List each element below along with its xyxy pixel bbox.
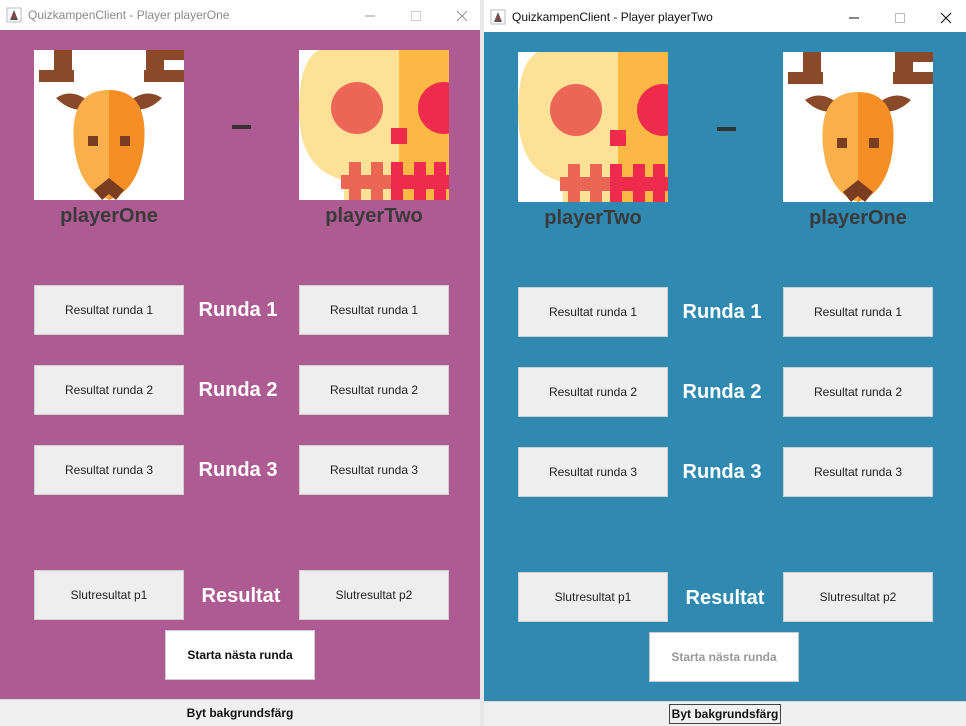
close-icon (456, 10, 468, 22)
skull-avatar-icon (518, 52, 668, 202)
game-panel: playerOne playerTwo Resultat runda 1 Run… (0, 30, 480, 700)
versus-dash (232, 125, 251, 129)
right-player-avatar (299, 50, 449, 200)
change-background-button[interactable]: Byt bakgrundsfärg (185, 704, 296, 722)
start-next-round-button[interactable]: Starta nästa runda (649, 632, 799, 682)
round-3-right-result-button[interactable]: Resultat runda 3 (299, 445, 449, 495)
minimize-icon (849, 17, 859, 19)
round-2-right-result-button[interactable]: Resultat runda 2 (299, 365, 449, 415)
final-result-p2-button[interactable]: Slutresultat p2 (299, 570, 449, 620)
round-3-left-result-button[interactable]: Resultat runda 3 (518, 447, 668, 497)
final-result-p1-button[interactable]: Slutresultat p1 (34, 570, 184, 620)
close-button[interactable] (438, 0, 480, 30)
window-title: QuizkampenClient - Player playerTwo (512, 10, 713, 24)
final-result-label: Resultat (685, 587, 765, 609)
game-panel: playerTwo playerOne Resultat runda 1 Run… (484, 32, 966, 702)
deer-avatar-icon (34, 50, 184, 200)
bottom-bar: Byt bakgrundsfärg (0, 699, 480, 726)
final-result-label: Resultat (201, 585, 281, 607)
versus-dash (717, 127, 736, 131)
round-1-left-result-button[interactable]: Resultat runda 1 (518, 287, 668, 337)
title-bar[interactable]: QuizkampenClient - Player playerTwo (484, 0, 966, 30)
round-2-left-result-button[interactable]: Resultat runda 2 (518, 367, 668, 417)
left-player-name: playerTwo (544, 207, 642, 229)
skull-avatar-icon (299, 50, 449, 200)
close-button[interactable] (922, 2, 966, 32)
final-result-p2-button[interactable]: Slutresultat p2 (783, 572, 933, 622)
java-app-icon (490, 9, 506, 25)
maximize-icon (411, 11, 421, 21)
round-2-label: Runda 2 (198, 379, 278, 401)
maximize-icon (895, 13, 905, 23)
bottom-bar: Byt bakgrundsfärg (484, 701, 966, 726)
round-3-right-result-button[interactable]: Resultat runda 3 (783, 447, 933, 497)
minimize-icon (365, 15, 375, 17)
right-player-name: playerTwo (325, 205, 423, 227)
final-result-p1-button[interactable]: Slutresultat p1 (518, 572, 668, 622)
minimize-button[interactable] (830, 2, 876, 32)
round-3-label: Runda 3 (198, 459, 278, 481)
start-next-round-button[interactable]: Starta nästa runda (165, 630, 315, 680)
window-title: QuizkampenClient - Player playerOne (28, 8, 230, 22)
window-player-one: QuizkampenClient - Player playerOne play… (0, 0, 480, 726)
maximize-button[interactable] (392, 0, 438, 30)
round-1-right-result-button[interactable]: Resultat runda 1 (299, 285, 449, 335)
round-1-label: Runda 1 (198, 299, 278, 321)
java-app-icon (6, 7, 22, 23)
round-2-right-result-button[interactable]: Resultat runda 2 (783, 367, 933, 417)
left-player-name: playerOne (60, 205, 158, 227)
minimize-button[interactable] (346, 0, 392, 30)
round-3-label: Runda 3 (682, 461, 762, 483)
left-player-avatar (518, 52, 668, 202)
window-player-two: QuizkampenClient - Player playerTwo play… (484, 0, 966, 726)
title-bar[interactable]: QuizkampenClient - Player playerOne (0, 0, 480, 30)
maximize-button[interactable] (876, 2, 922, 32)
right-player-name: playerOne (809, 207, 907, 229)
round-1-right-result-button[interactable]: Resultat runda 1 (783, 287, 933, 337)
round-2-label: Runda 2 (682, 381, 762, 403)
right-player-avatar (783, 52, 933, 202)
close-icon (940, 12, 952, 24)
left-player-avatar (34, 50, 184, 200)
round-1-label: Runda 1 (682, 301, 762, 323)
deer-avatar-icon (783, 52, 933, 202)
round-1-left-result-button[interactable]: Resultat runda 1 (34, 285, 184, 335)
round-2-left-result-button[interactable]: Resultat runda 2 (34, 365, 184, 415)
change-background-button[interactable]: Byt bakgrundsfärg (668, 704, 782, 724)
round-3-left-result-button[interactable]: Resultat runda 3 (34, 445, 184, 495)
